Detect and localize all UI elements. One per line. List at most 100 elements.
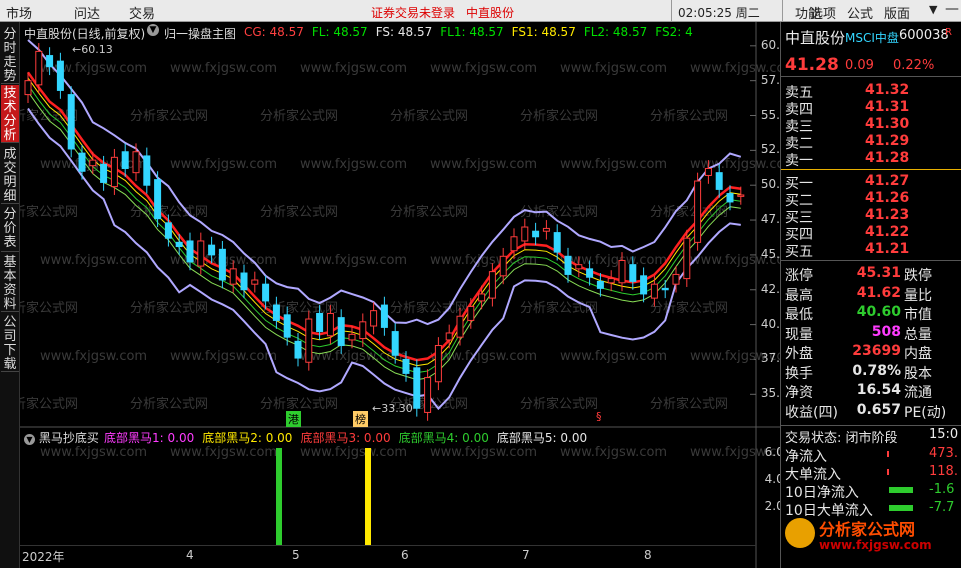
menu-formula[interactable]: 公式 [847, 3, 873, 22]
sub-chart-value: 底部黑马2: 0.00 [202, 431, 293, 445]
sub-indicator-dropdown-icon[interactable]: ▼ [24, 434, 35, 445]
candle-body [499, 255, 507, 277]
flow-row: 大单流入 118. [781, 463, 961, 483]
candle-body [283, 314, 291, 338]
indicator-dropdown-icon[interactable]: ▼ [147, 24, 159, 36]
price-pct: 0.22% [893, 58, 935, 73]
logo-url: www.fxjgsw.com [819, 538, 932, 552]
trade-time: 15:0 [929, 427, 959, 442]
indicator-name[interactable]: 归一操盘主图 [164, 25, 236, 42]
menu-options[interactable]: 选项 [810, 3, 836, 22]
watermark-text: 分析家公式网 [260, 396, 338, 412]
watermark-text: www.fxjgsw.com [300, 157, 407, 172]
candle-body [640, 275, 648, 295]
minimize-arrow-icon[interactable]: ▼ [929, 3, 937, 16]
x-axis: 2022年 4 5 6 7 8 [20, 545, 756, 568]
x-tick-label: 8 [644, 548, 652, 562]
stat-row: 最高 41.62 量比 [781, 284, 961, 304]
row-label: 买五 [785, 244, 813, 260]
stat-right-label: 市值 [904, 307, 932, 323]
bottom-signal-bar [276, 448, 282, 545]
watermark-text: www.fxjgsw.com [300, 61, 407, 76]
watermark-text: www.fxjgsw.com [170, 157, 277, 172]
candle-body [46, 55, 54, 68]
candle-body [218, 248, 226, 281]
stat-right-label: 流通 [904, 385, 932, 401]
indicator-params: CG: 48.57 FL: 48.57 FS: 48.57 FL1: 48.57 FS1… [244, 25, 701, 39]
watermark-text: 分析家公式网 [20, 300, 78, 316]
candle-body [434, 345, 442, 383]
candle-body [694, 180, 702, 243]
logo-text: 分析家公式网 [819, 520, 916, 539]
candle-body [704, 167, 712, 176]
stat-row: 现量 508 总量 [781, 323, 961, 343]
row-value: 41.31 [865, 99, 910, 115]
stat-row: 净资 16.54 流通 [781, 381, 961, 401]
menu-market[interactable]: 市场 [6, 3, 32, 22]
candle-body [510, 236, 518, 252]
price-change: 0.09 [845, 58, 874, 73]
candle-body [424, 377, 432, 413]
watermark-text: www.fxjgsw.com [560, 349, 667, 364]
candle-body [35, 50, 43, 86]
watermark-text: www.fxjgsw.com [560, 445, 667, 460]
menu-wenda[interactable]: 问达 [74, 3, 100, 22]
kline-svg[interactable]: www.fxjgsw.com www.fxjgsw.com www.fxjgsw.c… [20, 22, 780, 568]
candle-body [586, 268, 594, 278]
sub-chart-values: 底部黑马1: 0.00 底部黑马2: 0.00 底部黑马3: 0.00 底部黑马4: … [104, 429, 595, 446]
candle-body [715, 172, 723, 190]
watermark-text: 分析家公式网 [20, 396, 78, 412]
book-divider [781, 169, 961, 170]
tab-technical[interactable]: 技术分析 [1, 85, 19, 143]
menu-layout[interactable]: 版面 [884, 3, 910, 22]
watermark-text: www.fxjgsw.com [430, 157, 537, 172]
stat-row: 换手 0.78% 股本 [781, 362, 961, 382]
menu-trade[interactable]: 交易 [129, 3, 155, 22]
candle-body [175, 241, 183, 248]
candle-body [478, 293, 486, 302]
candle-body [110, 156, 118, 188]
candle-body [154, 179, 162, 220]
watermark-text: 分析家公式网 [650, 396, 728, 412]
sub-chart-name[interactable]: 黑马抄底买 [39, 431, 99, 445]
marker-hk: 港 [286, 411, 301, 427]
watermark-text: 分析家公式网 [260, 204, 338, 220]
r-flag-icon: R [945, 27, 952, 38]
indicator-param: FL2: 48.57 [583, 25, 648, 39]
high-label: ←60.13 [72, 43, 113, 56]
stock-name: 中直股份 [785, 29, 846, 47]
candle-body [121, 151, 129, 169]
candle-body [737, 194, 745, 197]
stat-label: 换手 [785, 365, 813, 382]
candle-body [272, 304, 280, 321]
flow-value: 473. [929, 446, 958, 461]
candle-body [521, 226, 529, 242]
candle-body [726, 193, 734, 203]
buy-level[interactable]: 买五 41.21 [781, 240, 961, 260]
chart-area[interactable]: www.fxjgsw.com www.fxjgsw.com www.fxjgsw.c… [20, 22, 795, 568]
stat-label: 最高 [785, 287, 813, 304]
bottom-signal-bar [365, 448, 371, 545]
tab-price-table[interactable]: 分价表 [1, 206, 19, 252]
sub-chart-value: 底部黑马4: 0.00 [398, 431, 489, 445]
row-value: 41.26 [865, 190, 910, 206]
row-value: 41.32 [865, 82, 910, 98]
tab-intraday[interactable]: 分时走势 [1, 26, 19, 84]
row-value: 41.28 [865, 150, 910, 166]
indicator-param: FS2: 4 [655, 25, 693, 39]
fs-line [27, 91, 741, 381]
candle-body [305, 318, 313, 363]
candle-body [294, 340, 302, 359]
login-warning[interactable]: 证券交易未登录 [371, 4, 455, 21]
tab-fundamentals[interactable]: 基本资料 [1, 254, 19, 312]
candle-body [553, 232, 561, 253]
tab-deals[interactable]: 成交明细 [1, 146, 19, 204]
watermark-text: www.fxjgsw.com [170, 349, 277, 364]
sell-level[interactable]: 卖一 41.28 [781, 149, 961, 169]
stat-row: 收益(四) 0.657 PE(动) [781, 401, 961, 421]
tab-download[interactable]: 公司下载 [1, 314, 19, 372]
minimize-icon[interactable]: — [945, 1, 959, 17]
candle-body [251, 279, 259, 285]
low-label: ←33.30 [372, 402, 413, 415]
flow-bar [889, 505, 913, 511]
